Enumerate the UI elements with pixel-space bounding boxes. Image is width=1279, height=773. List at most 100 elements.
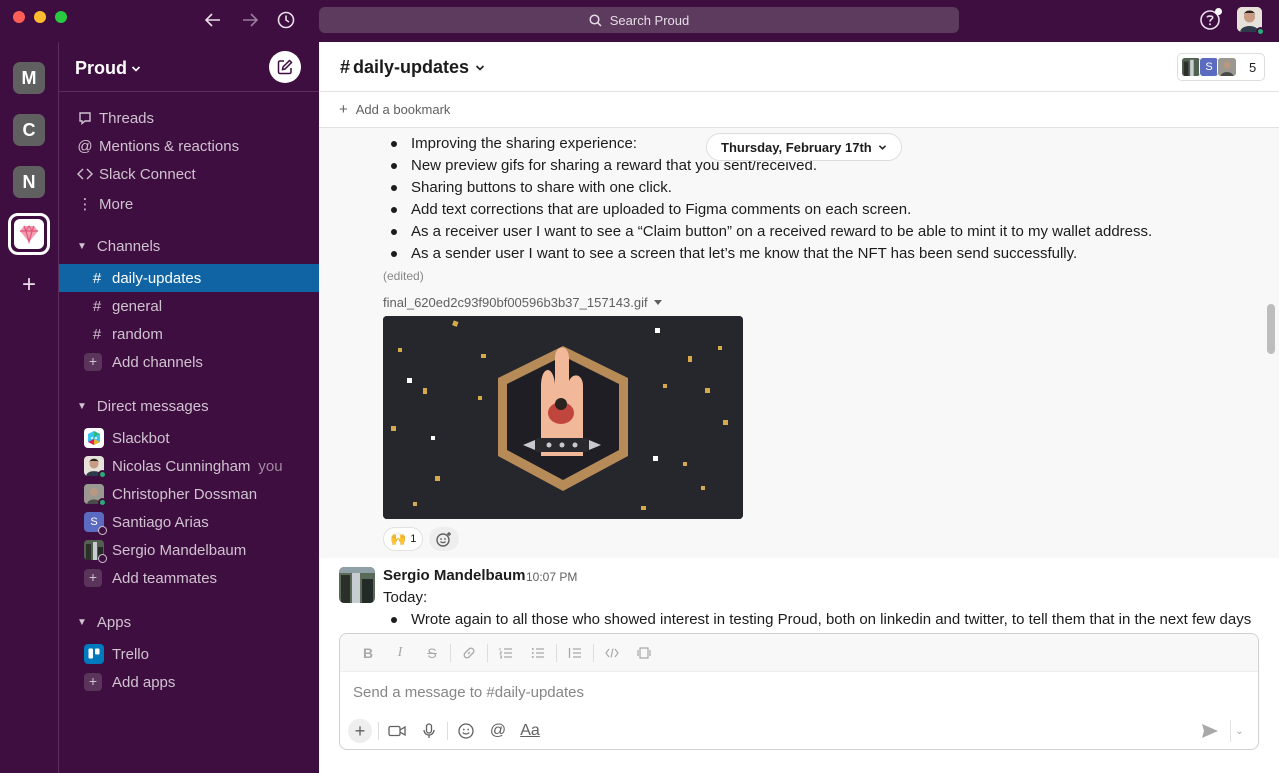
- date-divider-button[interactable]: Thursday, February 17th: [706, 133, 902, 161]
- channel-pane: # daily-updates S 5 + Add a bookmark Impr…: [319, 42, 1279, 773]
- workspace-m[interactable]: M: [13, 62, 45, 94]
- sidebar-channel-general[interactable]: # general: [59, 292, 319, 320]
- section-label: Apps: [96, 613, 132, 631]
- sidebar-item-slack-connect[interactable]: Slack Connect: [59, 160, 319, 188]
- formatting-toolbar: B I S: [340, 634, 1258, 672]
- search-placeholder: Search Proud: [609, 12, 690, 28]
- workspace-proud[interactable]: [8, 213, 50, 255]
- link-icon[interactable]: [453, 639, 485, 667]
- message-list: Improving the sharing experience: New pr…: [319, 128, 1279, 632]
- dm-santiago-arias[interactable]: S Santiago Arias: [59, 508, 319, 536]
- blockquote-icon[interactable]: [559, 639, 591, 667]
- list-item: Wrote again to all those who showed inte…: [391, 611, 1251, 628]
- hash-icon: #: [92, 297, 102, 315]
- section-label: Channels: [96, 237, 161, 255]
- notification-dot: [1215, 8, 1222, 15]
- sidebar-item-mentions[interactable]: @ Mentions & reactions: [59, 132, 319, 160]
- attach-plus-button[interactable]: +: [348, 719, 372, 743]
- workspace-n[interactable]: N: [13, 166, 45, 198]
- composer-toolbar: + @ Aa: [348, 718, 1252, 744]
- dm-nicolas-cunningham[interactable]: Nicolas Cunningham you: [59, 452, 319, 480]
- scrollbar-thumb[interactable]: [1267, 304, 1275, 354]
- message-input[interactable]: Send a message to #daily-updates: [353, 684, 584, 701]
- attachment-filename[interactable]: final_620ed2c93f90bf00596b3b37_157143.gi…: [383, 295, 662, 310]
- caret-down-icon: ▼: [77, 240, 87, 252]
- list-item: As a receiver user I want to see a “Clai…: [391, 223, 1152, 240]
- history-clock-icon[interactable]: [273, 8, 299, 32]
- plus-icon: +: [84, 569, 102, 587]
- bulleted-list-icon[interactable]: [522, 639, 554, 667]
- threads-icon: [75, 111, 95, 125]
- channel-label: random: [112, 325, 163, 343]
- add-teammates-button[interactable]: + Add teammates: [59, 564, 319, 592]
- back-arrow-icon[interactable]: [200, 8, 226, 32]
- schedule-send-chevron[interactable]: ⌄: [1230, 720, 1248, 742]
- message-author[interactable]: Sergio Mandelbaum: [383, 567, 526, 584]
- members-button[interactable]: S 5: [1177, 53, 1265, 81]
- add-bookmark-label: Add a bookmark: [355, 102, 451, 117]
- hash-icon: #: [92, 325, 102, 343]
- dm-label: Nicolas Cunningham: [112, 457, 251, 475]
- message-composer: B I S Send a message to #daily-updates +…: [339, 633, 1259, 750]
- channel-title-button[interactable]: # daily-updates: [340, 57, 485, 78]
- code-icon[interactable]: [596, 639, 628, 667]
- microphone-icon[interactable]: [413, 718, 445, 744]
- app-trello[interactable]: Trello: [59, 640, 319, 668]
- add-teammates-label: Add teammates: [112, 569, 218, 587]
- sidebar-item-more[interactable]: ⋮ More: [59, 190, 319, 218]
- user-status-online: [1256, 27, 1265, 36]
- add-apps-button[interactable]: + Add apps: [59, 668, 319, 696]
- emoji-icon[interactable]: [450, 718, 482, 744]
- gif-attachment-image[interactable]: [383, 316, 743, 519]
- minimize-window-button[interactable]: [34, 11, 46, 23]
- channel-label: daily-updates: [112, 269, 202, 287]
- mention-icon[interactable]: @: [482, 718, 514, 744]
- sergio-message-avatar[interactable]: [339, 567, 375, 603]
- sergio-avatar: [84, 540, 107, 563]
- text-format-toggle[interactable]: Aa: [514, 718, 546, 744]
- video-icon[interactable]: [381, 718, 413, 744]
- title-bar: Search Proud: [0, 0, 1279, 42]
- date-label: Thursday, February 17th: [721, 139, 872, 155]
- sidebar-item-threads[interactable]: Threads: [59, 104, 319, 132]
- dm-sergio-mandelbaum[interactable]: Sergio Mandelbaum: [59, 536, 319, 564]
- apps-section-header[interactable]: ▼ Apps: [59, 608, 319, 636]
- reaction-raised-hands[interactable]: 🙌 1: [383, 527, 424, 551]
- close-window-button[interactable]: [13, 11, 25, 23]
- dm-label: Christopher Dossman: [112, 485, 258, 503]
- dm-slackbot[interactable]: Slackbot: [59, 424, 319, 452]
- add-workspace-button[interactable]: +: [17, 273, 41, 298]
- workspace-c[interactable]: C: [13, 114, 45, 146]
- italic-button[interactable]: I: [384, 639, 416, 667]
- dm-section-header[interactable]: ▼ Direct messages: [59, 392, 319, 420]
- caret-down-icon: ▼: [77, 616, 87, 628]
- sidebar-channel-daily-updates[interactable]: # daily-updates: [59, 264, 319, 292]
- dm-christopher-dossman[interactable]: Christopher Dossman: [59, 480, 319, 508]
- sidebar-channel-random[interactable]: # random: [59, 320, 319, 348]
- ordered-list-icon[interactable]: [490, 639, 522, 667]
- at-icon: @: [77, 137, 93, 155]
- channel-header: # daily-updates S 5: [319, 42, 1279, 92]
- strikethrough-button[interactable]: S: [416, 639, 448, 667]
- plus-icon: +: [84, 353, 102, 371]
- channels-section-header[interactable]: ▼ Channels: [59, 232, 319, 260]
- add-reaction-button[interactable]: [429, 527, 459, 551]
- bold-button[interactable]: B: [352, 639, 384, 667]
- compose-button[interactable]: [269, 51, 301, 83]
- add-channels-button[interactable]: + Add channels: [59, 348, 319, 376]
- nicolas-avatar: [84, 456, 107, 479]
- code-block-icon[interactable]: [628, 639, 660, 667]
- add-bookmark-button[interactable]: + Add a bookmark: [319, 92, 1279, 128]
- workspace-menu[interactable]: Proud: [75, 58, 141, 79]
- member-avatar: [1181, 57, 1201, 77]
- forward-arrow-icon[interactable]: [237, 8, 263, 32]
- message-timestamp[interactable]: 10:07 PM: [526, 570, 577, 584]
- maximize-window-button[interactable]: [55, 11, 67, 23]
- send-icon[interactable]: [1198, 720, 1222, 742]
- hash-icon: #: [92, 269, 102, 287]
- plus-icon: +: [84, 673, 102, 691]
- christopher-avatar: [84, 484, 107, 507]
- compose-icon: [277, 59, 293, 75]
- workspace-rail: M C N +: [0, 42, 59, 773]
- search-bar[interactable]: Search Proud: [319, 7, 959, 33]
